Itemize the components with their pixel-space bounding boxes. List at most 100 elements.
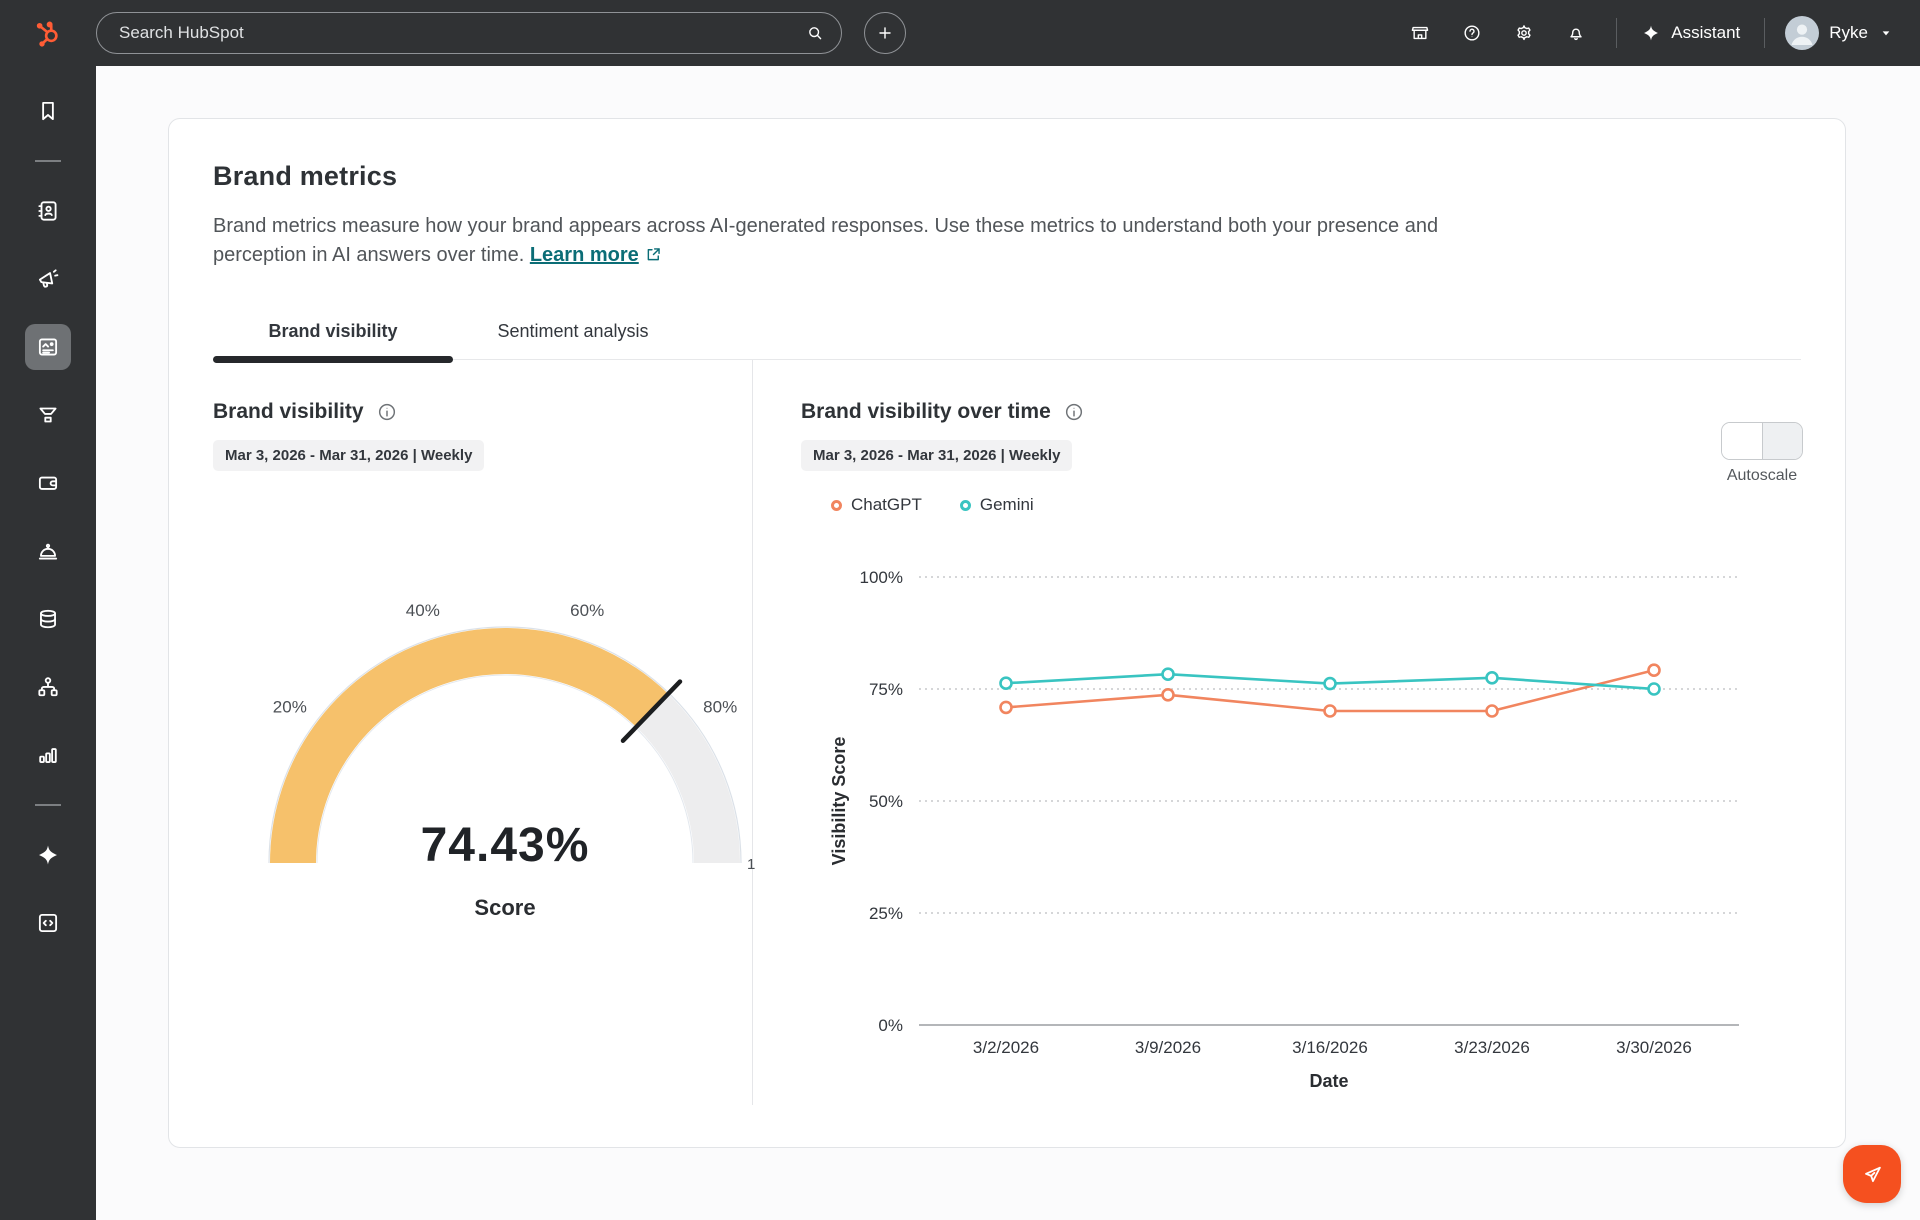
brand-metrics-card: Brand metrics Brand metrics measure how … xyxy=(168,118,1846,1148)
gauge-svg: 20%40%60%80%174.43%Score xyxy=(213,563,797,935)
line-chart-title: Brand visibility over time xyxy=(801,400,1051,424)
score-gauge-chart: 20%40%60%80%174.43%Score xyxy=(213,563,752,940)
svg-text:74.43%: 74.43% xyxy=(421,819,590,872)
svg-text:25%: 25% xyxy=(869,904,903,923)
autoscale-label: Autoscale xyxy=(1721,467,1803,485)
svg-text:80%: 80% xyxy=(703,698,737,717)
gauge-date-badge: Mar 3, 2026 - Mar 31, 2026 | Weekly xyxy=(213,440,484,471)
visibility-line-chart: 0%25%50%75%100%3/2/20263/9/20263/16/2026… xyxy=(801,551,1845,1104)
search-input[interactable]: Search HubSpot xyxy=(96,12,842,54)
avatar xyxy=(1785,16,1819,50)
sidebar-item-ai[interactable] xyxy=(25,832,71,878)
settings-button[interactable] xyxy=(1498,12,1550,54)
hubspot-sprocket-icon xyxy=(33,18,63,48)
legend-item-chatgpt[interactable]: ChatGPT xyxy=(831,495,922,515)
send-icon xyxy=(1859,1161,1886,1188)
info-icon[interactable] xyxy=(1063,401,1085,423)
person-icon xyxy=(1785,16,1819,50)
info-icon[interactable] xyxy=(376,401,398,423)
settings-icon xyxy=(1514,23,1534,43)
toggle-track xyxy=(1763,423,1803,459)
svg-text:40%: 40% xyxy=(406,601,440,620)
autoscale-control: Autoscale xyxy=(1721,422,1803,485)
chevron-down-icon xyxy=(1878,25,1894,41)
svg-text:3/16/2026: 3/16/2026 xyxy=(1292,1038,1368,1057)
user-name: Ryke xyxy=(1829,23,1868,43)
svg-text:100%: 100% xyxy=(860,568,903,587)
sidebar-item-data[interactable] xyxy=(25,596,71,642)
chatgpt-marker-icon xyxy=(831,500,842,511)
sidebar-item-marketing[interactable] xyxy=(25,256,71,302)
chart-legend: ChatGPT Gemini xyxy=(831,495,1845,515)
help-button[interactable] xyxy=(1446,12,1498,54)
sidebar-divider xyxy=(35,804,61,806)
sidebar-divider xyxy=(35,160,61,162)
search-placeholder: Search HubSpot xyxy=(119,23,805,43)
nav-divider xyxy=(1764,18,1765,48)
crm-contacts-icon xyxy=(35,198,61,224)
data-icon xyxy=(35,606,61,632)
service-icon xyxy=(35,538,61,564)
assistant-button[interactable]: Assistant xyxy=(1631,23,1750,43)
legend-label: Gemini xyxy=(980,495,1034,515)
visibility-over-time-panel: Brand visibility over time Mar 3, 2026 -… xyxy=(753,360,1845,1105)
tab-bar: Brand visibility Sentiment analysis xyxy=(213,304,1801,360)
developer-icon xyxy=(35,910,61,936)
svg-text:0%: 0% xyxy=(878,1016,903,1035)
sidebar-item-reporting[interactable] xyxy=(25,732,71,778)
autoscale-toggle[interactable] xyxy=(1721,422,1803,460)
top-nav: Search HubSpot Assistant Ryke xyxy=(0,0,1920,66)
marketplace-button[interactable] xyxy=(1394,12,1446,54)
gemini-marker-icon xyxy=(960,500,971,511)
tab-sentiment-analysis[interactable]: Sentiment analysis xyxy=(453,304,693,359)
tab-brand-visibility[interactable]: Brand visibility xyxy=(213,304,453,359)
automations-icon xyxy=(35,674,61,700)
user-menu[interactable]: Ryke xyxy=(1779,16,1894,50)
hubspot-logo[interactable] xyxy=(0,18,96,48)
main-content: Brand metrics Brand metrics measure how … xyxy=(96,66,1920,1220)
notifications-button[interactable] xyxy=(1550,12,1602,54)
assistant-label: Assistant xyxy=(1671,23,1740,43)
sidebar-item-commerce[interactable] xyxy=(25,460,71,506)
gauge-title: Brand visibility xyxy=(213,400,364,424)
sidebar-item-developer[interactable] xyxy=(25,900,71,946)
svg-text:Visibility Score: Visibility Score xyxy=(829,737,849,866)
search-icon xyxy=(805,23,825,43)
external-link-icon xyxy=(644,245,663,264)
brand-visibility-panel: Brand visibility Mar 3, 2026 - Mar 31, 2… xyxy=(169,360,753,1105)
sidebar-item-service[interactable] xyxy=(25,528,71,574)
create-button[interactable] xyxy=(864,12,906,54)
sidebar-item-bookmarks[interactable] xyxy=(25,88,71,134)
page-description: Brand metrics measure how your brand app… xyxy=(213,212,1503,270)
ai-icon xyxy=(35,842,61,868)
commerce-icon xyxy=(35,470,61,496)
reporting-icon xyxy=(35,742,61,768)
sidebar-item-automations[interactable] xyxy=(25,664,71,710)
svg-text:3/23/2026: 3/23/2026 xyxy=(1454,1038,1530,1057)
learn-more-link[interactable]: Learn more xyxy=(530,244,639,266)
svg-text:3/2/2026: 3/2/2026 xyxy=(973,1038,1039,1057)
sidebar-item-crm-contacts[interactable] xyxy=(25,188,71,234)
sparkle-icon xyxy=(1641,23,1661,43)
page-title: Brand metrics xyxy=(213,161,1801,192)
svg-text:Date: Date xyxy=(1309,1071,1348,1091)
sidebar-item-sales[interactable] xyxy=(25,392,71,438)
svg-text:Score: Score xyxy=(474,895,535,920)
svg-text:60%: 60% xyxy=(570,601,604,620)
toggle-knob xyxy=(1722,423,1763,459)
content-icon xyxy=(35,334,61,360)
legend-item-gemini[interactable]: Gemini xyxy=(960,495,1034,515)
line-chart-svg: 0%25%50%75%100%3/2/20263/9/20263/16/2026… xyxy=(801,551,1781,1099)
active-tab-underline xyxy=(213,356,453,363)
notifications-icon xyxy=(1566,23,1586,43)
svg-text:20%: 20% xyxy=(273,698,307,717)
svg-text:75%: 75% xyxy=(869,680,903,699)
legend-label: ChatGPT xyxy=(851,495,922,515)
svg-text:3/9/2026: 3/9/2026 xyxy=(1135,1038,1201,1057)
sidebar-item-content[interactable] xyxy=(25,324,71,370)
nav-divider xyxy=(1616,18,1617,48)
marketplace-icon xyxy=(1410,23,1430,43)
page-description-text: Brand metrics measure how your brand app… xyxy=(213,215,1438,266)
copilot-fab-button[interactable] xyxy=(1843,1145,1901,1203)
bookmarks-icon xyxy=(35,98,61,124)
